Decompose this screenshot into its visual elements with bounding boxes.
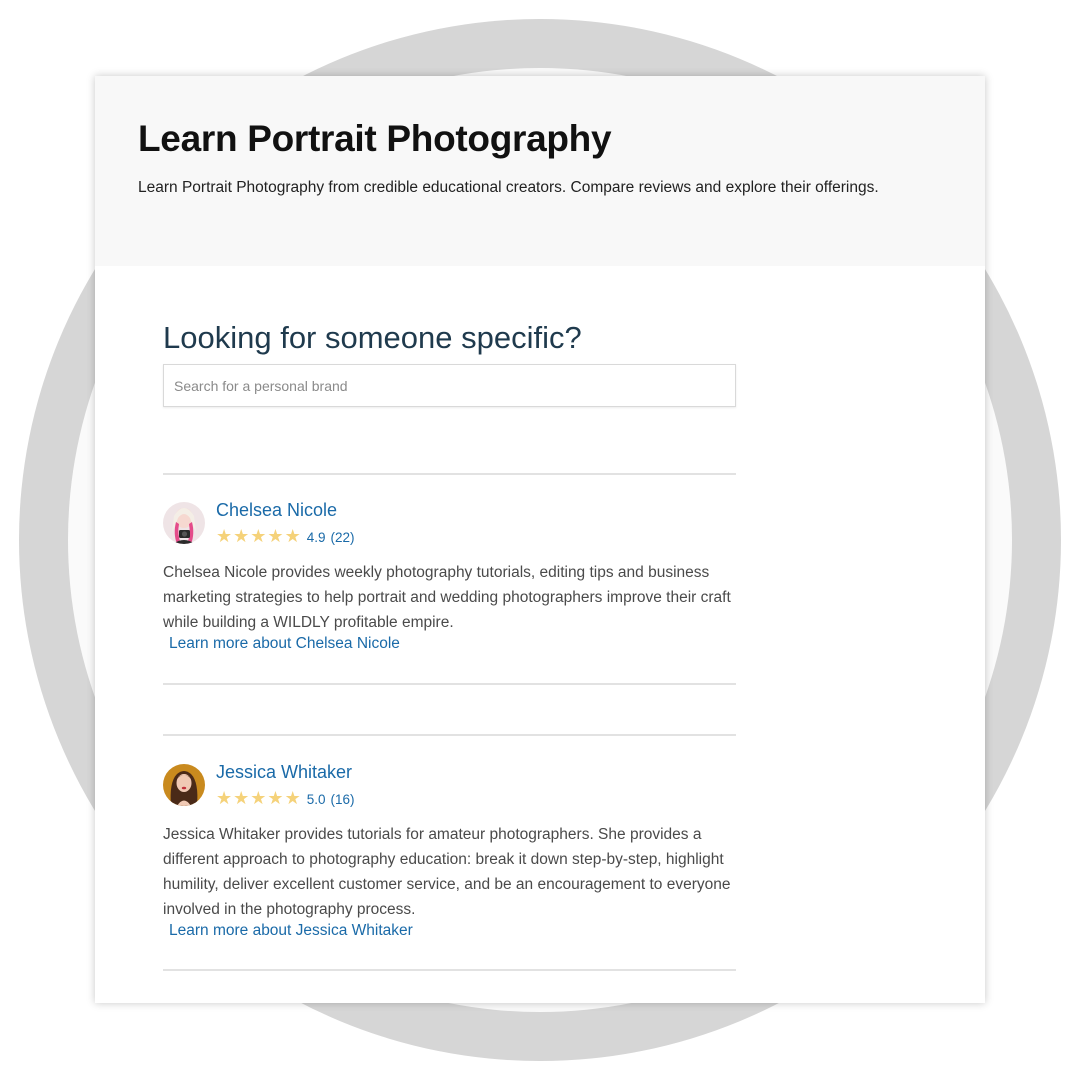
- divider: [163, 683, 736, 685]
- divider: [163, 969, 736, 971]
- creator-name-link[interactable]: Chelsea Nicole: [216, 500, 337, 521]
- star-rating: ★ ★ ★ ★ ★: [216, 528, 301, 546]
- divider: [163, 473, 736, 475]
- star-icon: ★: [233, 788, 250, 809]
- star-icon: ★: [267, 788, 284, 809]
- avatar[interactable]: [163, 764, 205, 806]
- page-subtitle: Learn Portrait Photography from credible…: [138, 179, 879, 196]
- search-input[interactable]: [163, 364, 736, 407]
- star-icon: ★: [284, 526, 301, 547]
- rating-value: 4.9: [306, 529, 326, 545]
- creator-description: Chelsea Nicole provides weekly photograp…: [163, 564, 731, 631]
- search-heading: Looking for someone specific?: [163, 320, 582, 355]
- hero-section: Learn Portrait Photography Learn Portrai…: [95, 76, 985, 266]
- review-count[interactable]: (16): [330, 792, 354, 807]
- star-icon: ★: [233, 526, 250, 547]
- creator-name-link[interactable]: Jessica Whitaker: [216, 762, 352, 783]
- star-rating: ★ ★ ★ ★ ★: [216, 790, 301, 808]
- page-card: Learn Portrait Photography Learn Portrai…: [95, 76, 985, 1003]
- divider: [163, 734, 736, 736]
- rating-row: ★ ★ ★ ★ ★ 5.0 (16): [216, 790, 355, 808]
- star-icon: ★: [216, 526, 233, 547]
- rating-row: ★ ★ ★ ★ ★ 4.9 (22): [216, 528, 355, 546]
- learn-more-link[interactable]: Learn more about Chelsea Nicole: [169, 635, 400, 653]
- star-icon: ★: [284, 788, 301, 809]
- rating-value: 5.0: [306, 791, 326, 807]
- avatar-image: [163, 764, 205, 806]
- avatar[interactable]: [163, 502, 205, 544]
- star-icon: ★: [267, 526, 284, 547]
- page-title: Learn Portrait Photography: [138, 118, 612, 159]
- review-count[interactable]: (22): [330, 530, 354, 545]
- star-icon: ★: [250, 788, 267, 809]
- avatar-image: [163, 502, 205, 544]
- star-icon: ★: [250, 526, 267, 547]
- learn-more-link[interactable]: Learn more about Jessica Whitaker: [169, 922, 413, 940]
- creator-description: Jessica Whitaker provides tutorials for …: [163, 826, 731, 918]
- star-icon: ★: [216, 788, 233, 809]
